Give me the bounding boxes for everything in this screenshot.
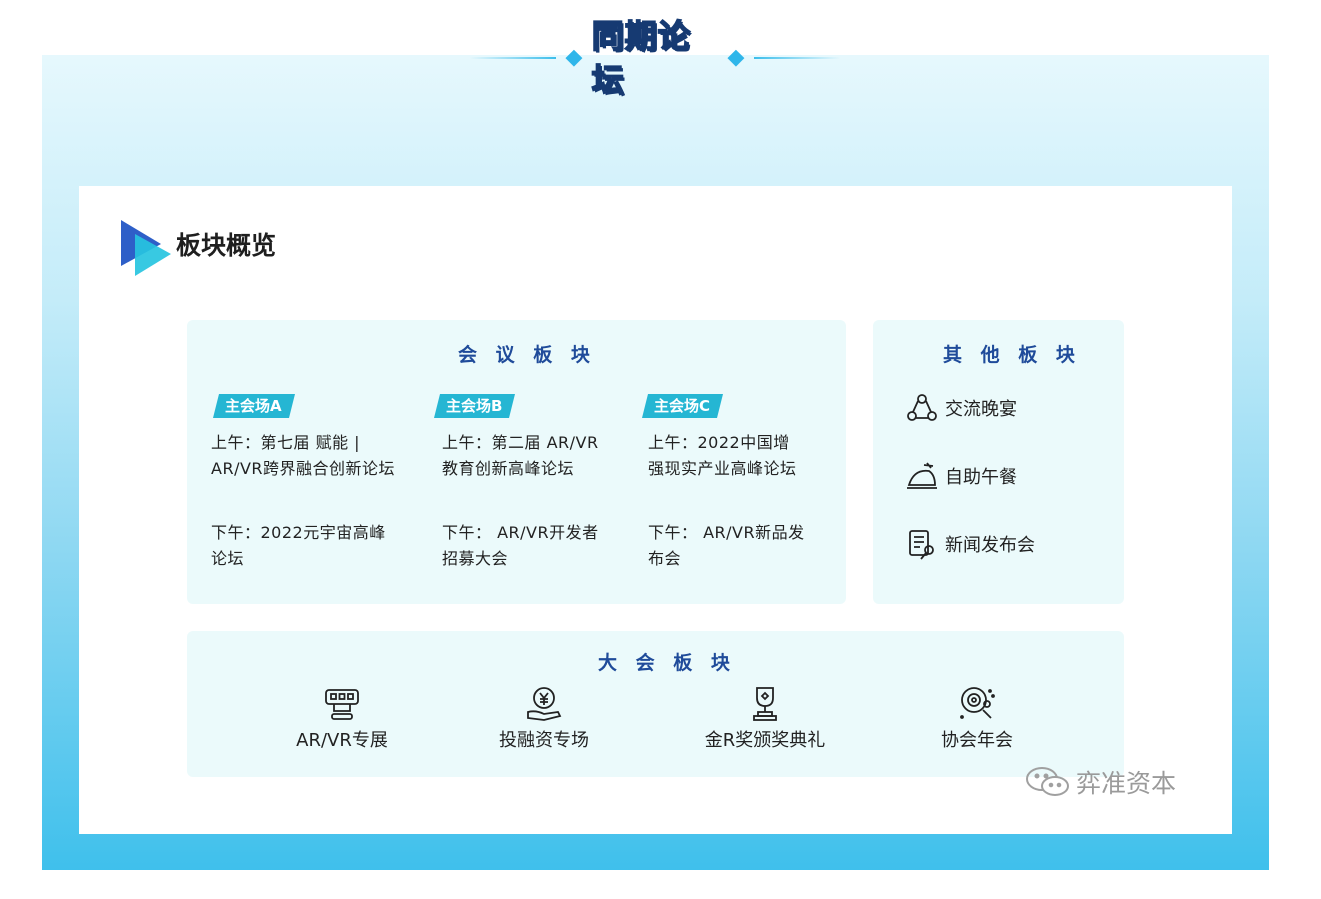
venue-b-afternoon-line2: 招募大会 [442, 549, 509, 568]
venue-a-afternoon-line2: 论坛 [211, 549, 245, 568]
venue-b-afternoon: 下午： AR/VR开发者 招募大会 [442, 520, 622, 572]
other-item-label: 自助午餐 [945, 467, 1017, 488]
venue-a-morning-line2: AR/VR跨界融合创新论坛 [211, 459, 396, 478]
section-header: 同期论坛 [470, 16, 841, 100]
other-item-press: 新闻发布会 [905, 527, 1035, 561]
other-item-dinner: 交流晚宴 [905, 391, 1017, 425]
header-line-left [470, 57, 557, 59]
venue-c-afternoon-line2: 布会 [648, 549, 682, 568]
venue-tag-c: 主会场C [642, 394, 724, 418]
diamond-icon [727, 49, 745, 67]
investment-icon [527, 687, 562, 721]
main-item-label: 协会年会 [941, 730, 1013, 751]
venue-c-morning-line2: 强现实产业高峰论坛 [648, 459, 797, 478]
trophy-icon [753, 687, 777, 721]
wechat-icon [1026, 767, 1069, 796]
venue-tag-a: 主会场A [213, 394, 295, 418]
play-logo-icon [121, 220, 171, 276]
other-item-label: 交流晚宴 [945, 399, 1017, 420]
venue-c-morning: 上午：2022中国增 强现实产业高峰论坛 [648, 430, 828, 482]
other-title: 其 他 板 块 [943, 344, 1081, 366]
venue-c-morning-line1: 上午：2022中国增 [648, 433, 790, 452]
watermark-text: 弈准资本 [1076, 769, 1177, 798]
watermark: 弈准资本 [1024, 764, 1176, 800]
vr-headset-icon [325, 689, 359, 720]
main-item-vr-expo: AR/VR专展 [282, 684, 402, 752]
main-item-label: 投融资专场 [499, 730, 589, 751]
other-item-lunch: 自助午餐 [905, 459, 1017, 493]
venue-a-morning-line1: 上午：第七届 赋能 | [211, 433, 361, 452]
main-item-award: 金R奖颁奖典礼 [690, 684, 840, 752]
other-item-label: 新闻发布会 [945, 535, 1035, 556]
section-title: 同期论坛 [591, 16, 691, 100]
venue-a-afternoon: 下午：2022元宇宙高峰 论坛 [211, 520, 411, 572]
press-icon [909, 530, 934, 560]
venue-a-afternoon-line1: 下午：2022元宇宙高峰 [211, 523, 386, 542]
venue-a-morning: 上午：第七届 赋能 | AR/VR跨界融合创新论坛 [211, 430, 411, 482]
main-item-label: AR/VR专展 [296, 730, 388, 751]
main-item-label: 金R奖颁奖典礼 [704, 730, 826, 751]
venue-b-afternoon-line1: 下午： AR/VR开发者 [442, 523, 599, 542]
diamond-icon [565, 49, 583, 67]
main-item-investment: 投融资专场 [484, 684, 604, 752]
venue-c-afternoon-line1: 下午： AR/VR新品发 [648, 523, 805, 542]
header-line-right [753, 57, 841, 59]
meeting-icon [960, 687, 995, 719]
venue-b-morning: 上午：第二届 AR/VR 教育创新高峰论坛 [442, 430, 622, 482]
venue-b-morning-line1: 上午：第二届 AR/VR [442, 433, 599, 452]
card-title: 板块概览 [176, 231, 277, 260]
conference-title: 会 议 板 块 [458, 344, 596, 366]
lunch-icon [907, 462, 937, 489]
venue-c-afternoon: 下午： AR/VR新品发 布会 [648, 520, 828, 572]
venue-tag-b: 主会场B [434, 394, 516, 418]
main-item-association: 协会年会 [922, 684, 1032, 752]
dinner-icon [907, 394, 937, 421]
venue-b-morning-line2: 教育创新高峰论坛 [442, 459, 575, 478]
main-title: 大 会 板 块 [598, 652, 736, 674]
